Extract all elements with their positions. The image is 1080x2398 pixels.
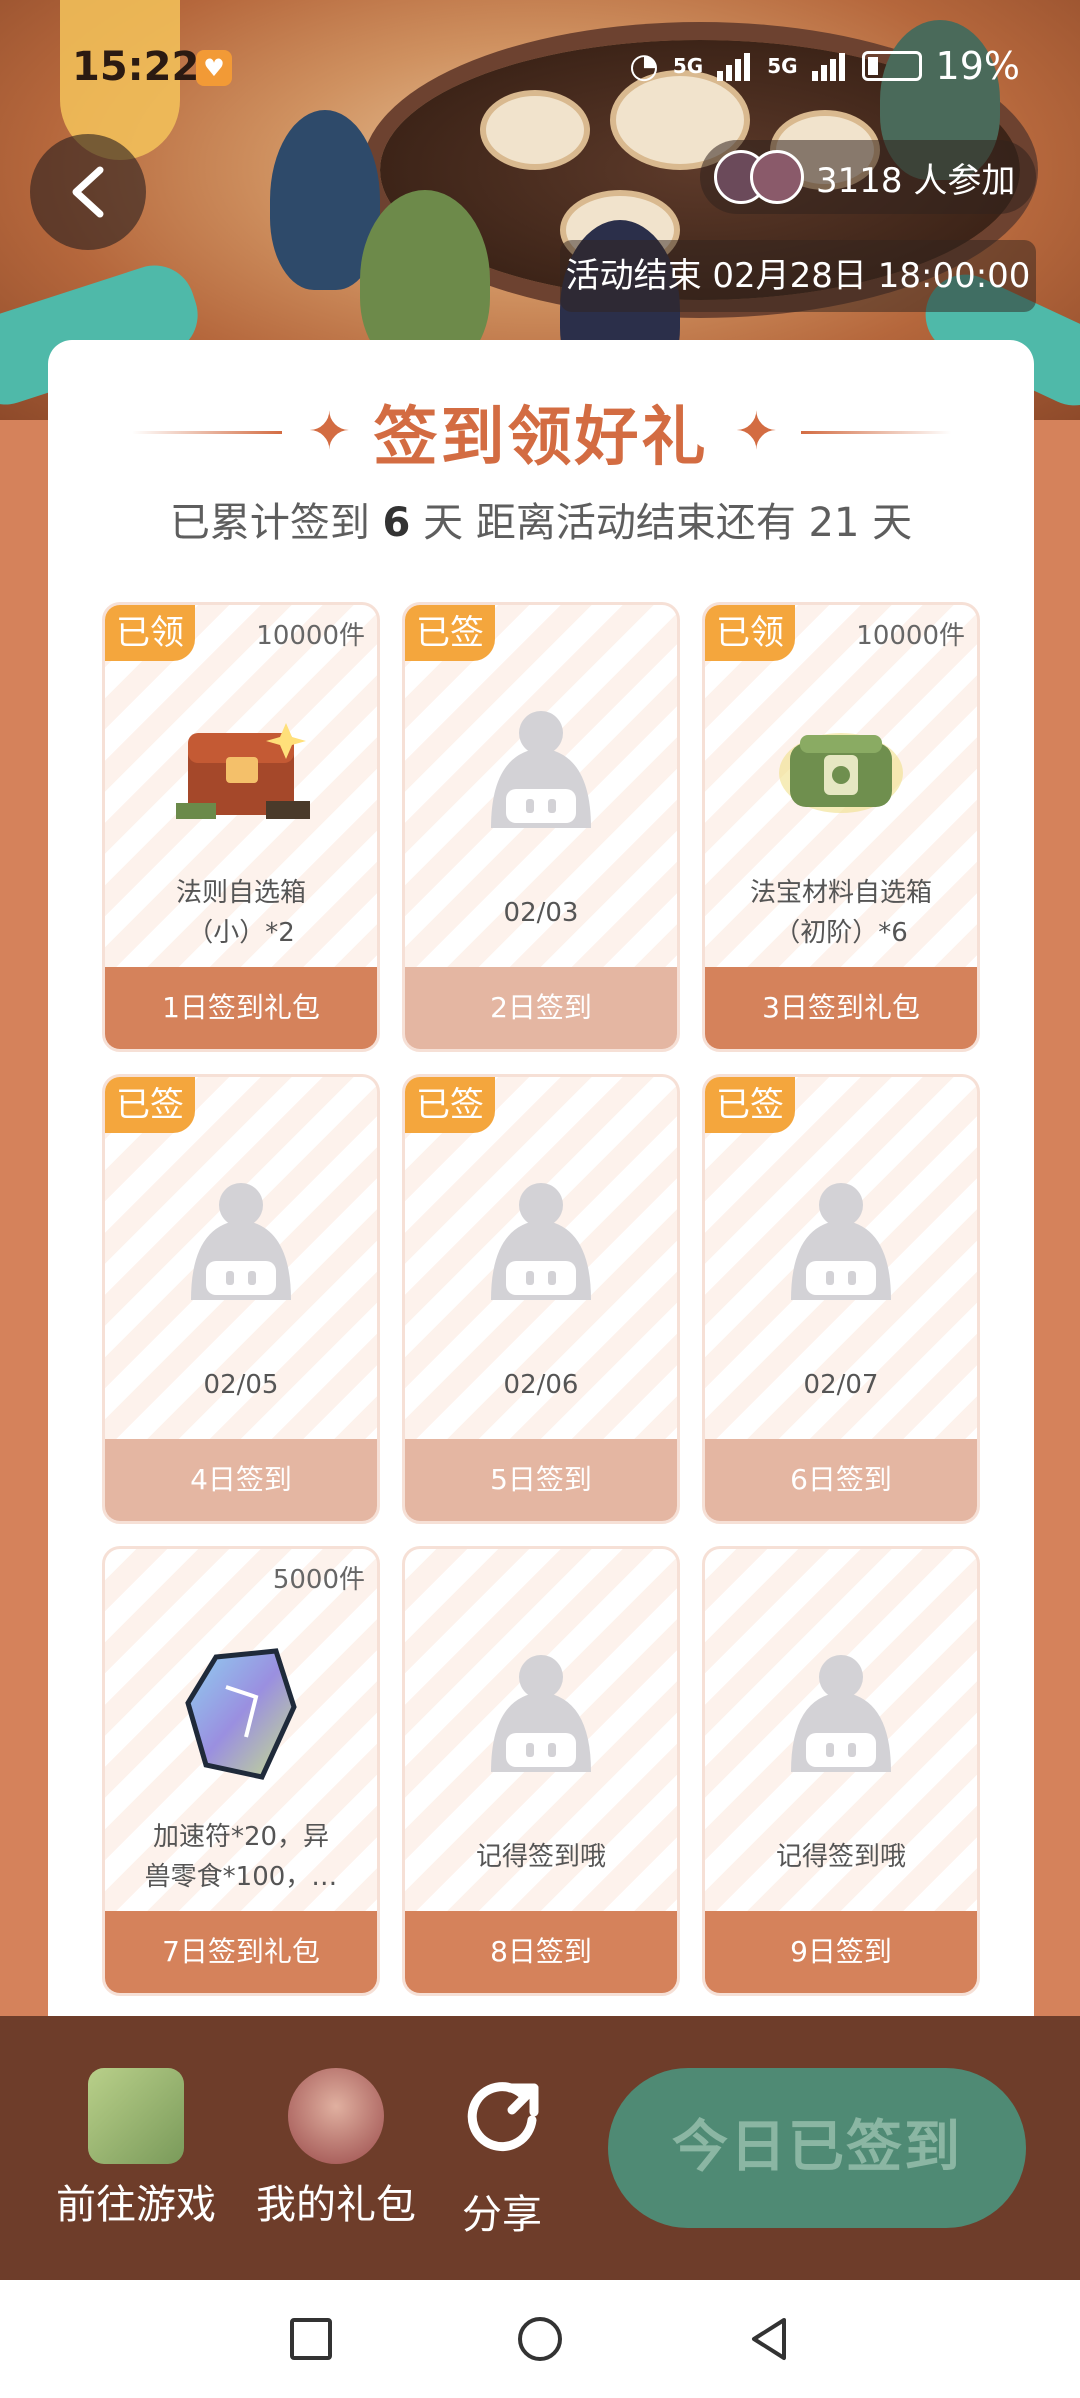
checkin-cell-day-1[interactable]: 已领 10000件 法则自选箱 （小）*2 1日签到礼包 <box>102 602 380 1052</box>
network-label-1: 5G <box>672 54 704 78</box>
home-icon[interactable] <box>515 2314 565 2364</box>
my-gifts-label: 我的礼包 <box>256 2182 416 2228</box>
signed-badge: 已签 <box>705 1077 795 1133</box>
signed-badge: 已签 <box>405 605 495 661</box>
day-label: 2日签到 <box>405 967 677 1049</box>
placeholder-mascot-icon <box>791 1183 891 1300</box>
checkin-cell-day-4[interactable]: 已签 02/05 4日签到 <box>102 1074 380 1524</box>
app-notification-icon: ♥ <box>196 50 232 86</box>
back-nav-icon[interactable] <box>744 2314 794 2364</box>
jade-box-icon <box>779 733 903 813</box>
reward-detail: （小）*2 <box>187 918 295 948</box>
battery-icon <box>861 51 922 81</box>
placeholder-mascot-icon <box>191 1183 291 1300</box>
signal-icon <box>811 51 848 81</box>
system-nav-bar <box>0 2280 1080 2398</box>
card-title: 签到领好礼 <box>373 401 709 475</box>
crystal-icon <box>185 1648 297 1780</box>
signed-badge: 已签 <box>405 1077 495 1133</box>
chevron-left-icon <box>72 166 104 218</box>
share-label: 分享 <box>462 2192 542 2238</box>
summary-suffix: 天 距离活动结束还有 21 天 <box>423 500 913 546</box>
title-divider-right <box>800 430 951 434</box>
status-bar: 15:22 ♥ ◔ 5G 5G 19% <box>0 40 1080 100</box>
checkin-cell-day-2[interactable]: 已签 02/03 2日签到 <box>402 602 680 1052</box>
battery-percent: 19% <box>935 44 1020 88</box>
checkin-date: 02/06 <box>503 1370 579 1400</box>
reward-caption: 法宝材料自选箱 （初阶）*6 <box>715 873 967 953</box>
bottom-action-bar: 前往游戏 我的礼包 分享 今日已签到 <box>0 2016 1080 2280</box>
signed-days-count: 6 <box>382 500 411 546</box>
placeholder-mascot-icon <box>791 1655 891 1772</box>
placeholder-mascot-icon <box>491 1183 591 1300</box>
day-label: 4日签到 <box>105 1439 377 1521</box>
game-icon <box>88 2068 184 2164</box>
my-gifts-button[interactable]: 我的礼包 <box>252 2068 420 2230</box>
status-time: 15:22 <box>72 44 200 90</box>
stock-count: 10000件 <box>256 621 365 651</box>
go-to-game-label: 前往游戏 <box>56 2182 216 2228</box>
card-title-row: ✦ 签到领好礼 ✦ <box>48 392 1034 475</box>
signal-icon <box>717 51 753 81</box>
stock-count: 5000件 <box>272 1565 365 1595</box>
stock-count: 10000件 <box>856 621 965 651</box>
recents-icon[interactable] <box>286 2314 336 2364</box>
checkin-reminder: 记得签到哦 <box>475 1842 606 1872</box>
dish-decoration <box>480 90 590 170</box>
reward-detail: 兽零食*100，… <box>144 1862 338 1892</box>
network-label-2: 5G <box>767 54 798 78</box>
sparkle-icon: ✦ <box>307 402 352 462</box>
placeholder-mascot-icon <box>491 1655 591 1772</box>
checkin-cell-day-5[interactable]: 已签 02/06 5日签到 <box>402 1074 680 1524</box>
checkin-cell-day-7[interactable]: 5000件 加速符*20，异 兽零食*100，… 7日签到礼包 <box>102 1546 380 1996</box>
reward-name: 法宝材料自选箱 <box>749 878 932 908</box>
checkin-date: 02/05 <box>203 1370 279 1400</box>
share-button[interactable]: 分享 <box>452 2068 552 2240</box>
claimed-badge: 已领 <box>705 605 795 661</box>
sparkle-icon: ✦ <box>734 402 779 462</box>
go-to-game-button[interactable]: 前往游戏 <box>52 2068 220 2230</box>
participants-count: 3118 人参加 <box>816 160 1016 201</box>
signed-today-button[interactable]: 今日已签到 <box>608 2068 1026 2228</box>
summary-prefix: 已累计签到 <box>169 500 370 546</box>
reward-caption: 法则自选箱 （小）*2 <box>115 873 367 953</box>
day-label: 8日签到 <box>405 1911 677 1993</box>
event-end-time: 活动结束 02月28日 18:00:00 <box>560 240 1036 312</box>
day-label: 6日签到 <box>705 1439 977 1521</box>
day-label: 1日签到礼包 <box>105 967 377 1049</box>
checkin-date: 02/03 <box>503 898 579 928</box>
checkin-reminder: 记得签到哦 <box>775 1842 906 1872</box>
alarm-icon: ◔ <box>629 46 659 86</box>
reward-name: 法则自选箱 <box>175 878 306 908</box>
avatar <box>750 150 804 204</box>
checkin-cell-day-9[interactable]: 记得签到哦 9日签到 <box>702 1546 980 1996</box>
checkin-summary: 已累计签到 6 天 距离活动结束还有 21 天 <box>48 490 1034 548</box>
checkin-date: 02/07 <box>803 1370 879 1400</box>
claimed-badge: 已领 <box>105 605 195 661</box>
signed-badge: 已签 <box>105 1077 195 1133</box>
checkin-cell-day-6[interactable]: 已签 02/07 6日签到 <box>702 1074 980 1524</box>
share-icon <box>467 2082 539 2152</box>
reward-detail: （初阶）*6 <box>774 918 908 948</box>
checkin-card: ✦ 签到领好礼 ✦ 已累计签到 6 天 距离活动结束还有 21 天 已领 100… <box>48 340 1034 2020</box>
title-divider-left <box>131 430 282 434</box>
checkin-cell-day-8[interactable]: 记得签到哦 8日签到 <box>402 1546 680 1996</box>
chest-icon <box>176 723 310 819</box>
gift-avatar-icon <box>288 2068 384 2164</box>
participants-pill: 3118 人参加 <box>700 140 1036 214</box>
back-button[interactable] <box>30 134 146 250</box>
day-label: 3日签到礼包 <box>705 967 977 1049</box>
checkin-cell-day-3[interactable]: 已领 10000件 法宝材料自选箱 （初阶）*6 3日签到礼包 <box>702 602 980 1052</box>
day-label: 7日签到礼包 <box>105 1911 377 1993</box>
reward-caption: 加速符*20，异 兽零食*100，… <box>115 1817 367 1897</box>
day-label: 9日签到 <box>705 1911 977 1993</box>
day-label: 5日签到 <box>405 1439 677 1521</box>
reward-name: 加速符*20，异 <box>152 1822 330 1852</box>
placeholder-mascot-icon <box>491 711 591 828</box>
